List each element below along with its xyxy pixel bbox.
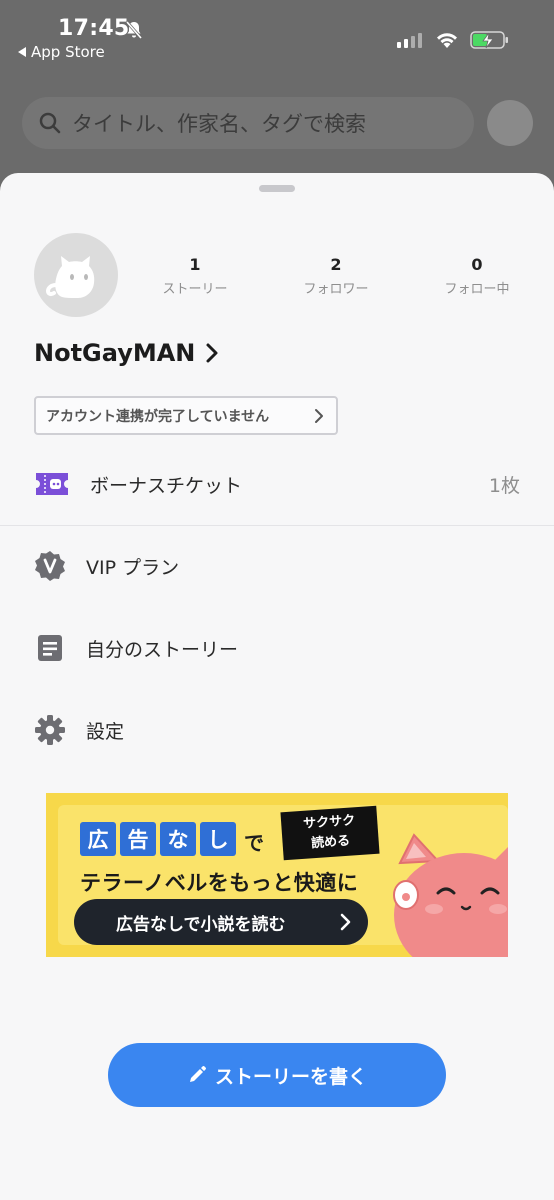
- chevron-right-icon: [340, 913, 351, 931]
- stat-stories[interactable]: 1 ストーリー: [140, 255, 250, 297]
- gear-icon: [35, 715, 65, 745]
- ticket-icon: [36, 473, 68, 495]
- status-time: 17:45: [58, 16, 130, 41]
- bell-muted-icon: [125, 21, 143, 39]
- stat-value: 1: [189, 255, 201, 274]
- cat-avatar-icon: [45, 256, 95, 298]
- account-link-label: アカウント連携が完了していません: [46, 408, 270, 425]
- wifi-icon: [437, 33, 457, 48]
- pencil-icon: [189, 1066, 206, 1082]
- banner-char: 告: [120, 821, 156, 856]
- write-story-label: ストーリーを書く: [214, 1065, 367, 1088]
- ticket-count: 1枚: [488, 474, 520, 497]
- banner-de: で: [244, 831, 264, 855]
- banner-char: 広: [80, 821, 116, 856]
- read-without-ads-label: 広告なしで小説を読む: [116, 914, 286, 935]
- stat-label: フォロワー: [303, 282, 369, 297]
- chevron-right-icon: [206, 343, 218, 363]
- username-link[interactable]: NotGayMAN: [34, 339, 219, 367]
- search-icon: [39, 112, 61, 134]
- stat-followers[interactable]: 2 フォロワー: [281, 255, 391, 297]
- back-app-label: App Store: [31, 43, 105, 61]
- document-icon: [38, 635, 62, 661]
- stat-value: 0: [471, 255, 483, 274]
- pink-cat-mascot-icon: [393, 833, 508, 957]
- stat-value: 2: [330, 255, 342, 274]
- chevron-right-icon: [315, 409, 323, 423]
- back-triangle-icon: [18, 47, 26, 57]
- menu-label: 自分のストーリー: [86, 638, 239, 661]
- menu-label: 設定: [86, 720, 125, 743]
- banner-headline: テラーノベルをもっと快適に: [80, 871, 359, 895]
- menu-settings[interactable]: 設定: [0, 705, 554, 755]
- no-ads-banner[interactable]: 広 告 な し で サクサク 読める テラーノベルをもっと快適に 広告なしで小説…: [46, 793, 508, 957]
- vip-badge-icon: [35, 551, 65, 581]
- sheet-grabber[interactable]: [259, 185, 295, 192]
- no-ads-title: 広 告 な し で: [80, 821, 264, 856]
- menu-label: ボーナスチケット: [90, 474, 243, 497]
- banner-char: し: [200, 821, 236, 856]
- stat-following[interactable]: 0 フォロー中: [422, 255, 532, 297]
- banner-char: な: [160, 821, 196, 856]
- account-link-notice[interactable]: アカウント連携が完了していません: [34, 396, 338, 435]
- menu-label: VIP プラン: [86, 556, 180, 579]
- stat-label: ストーリー: [162, 282, 228, 297]
- profile-sheet: 1 ストーリー 2 フォロワー 0 フォロー中 NotGayMAN アカウント連…: [0, 173, 554, 1200]
- search-placeholder: タイトル、作家名、タグで検索: [72, 112, 366, 136]
- write-story-button[interactable]: ストーリーを書く: [108, 1043, 446, 1107]
- battery-charging-icon: [470, 31, 508, 49]
- menu-my-stories[interactable]: 自分のストーリー: [0, 623, 554, 673]
- read-without-ads-button[interactable]: 広告なしで小説を読む: [74, 899, 368, 945]
- header-avatar[interactable]: [487, 100, 533, 146]
- username: NotGayMAN: [34, 339, 196, 367]
- stat-label: フォロー中: [444, 282, 510, 297]
- search-bar[interactable]: タイトル、作家名、タグで検索: [22, 97, 474, 149]
- menu-vip-plan[interactable]: VIP プラン: [0, 541, 554, 591]
- avatar[interactable]: [34, 233, 118, 317]
- smooth-reading-tag: サクサク 読める: [280, 805, 380, 861]
- menu-bonus-ticket[interactable]: ボーナスチケット 1枚: [0, 459, 554, 509]
- back-to-app-link[interactable]: App Store: [18, 43, 105, 61]
- divider: [0, 525, 554, 526]
- status-bar: 17:45 App Store: [0, 0, 554, 80]
- cellular-signal-icon: [397, 32, 422, 48]
